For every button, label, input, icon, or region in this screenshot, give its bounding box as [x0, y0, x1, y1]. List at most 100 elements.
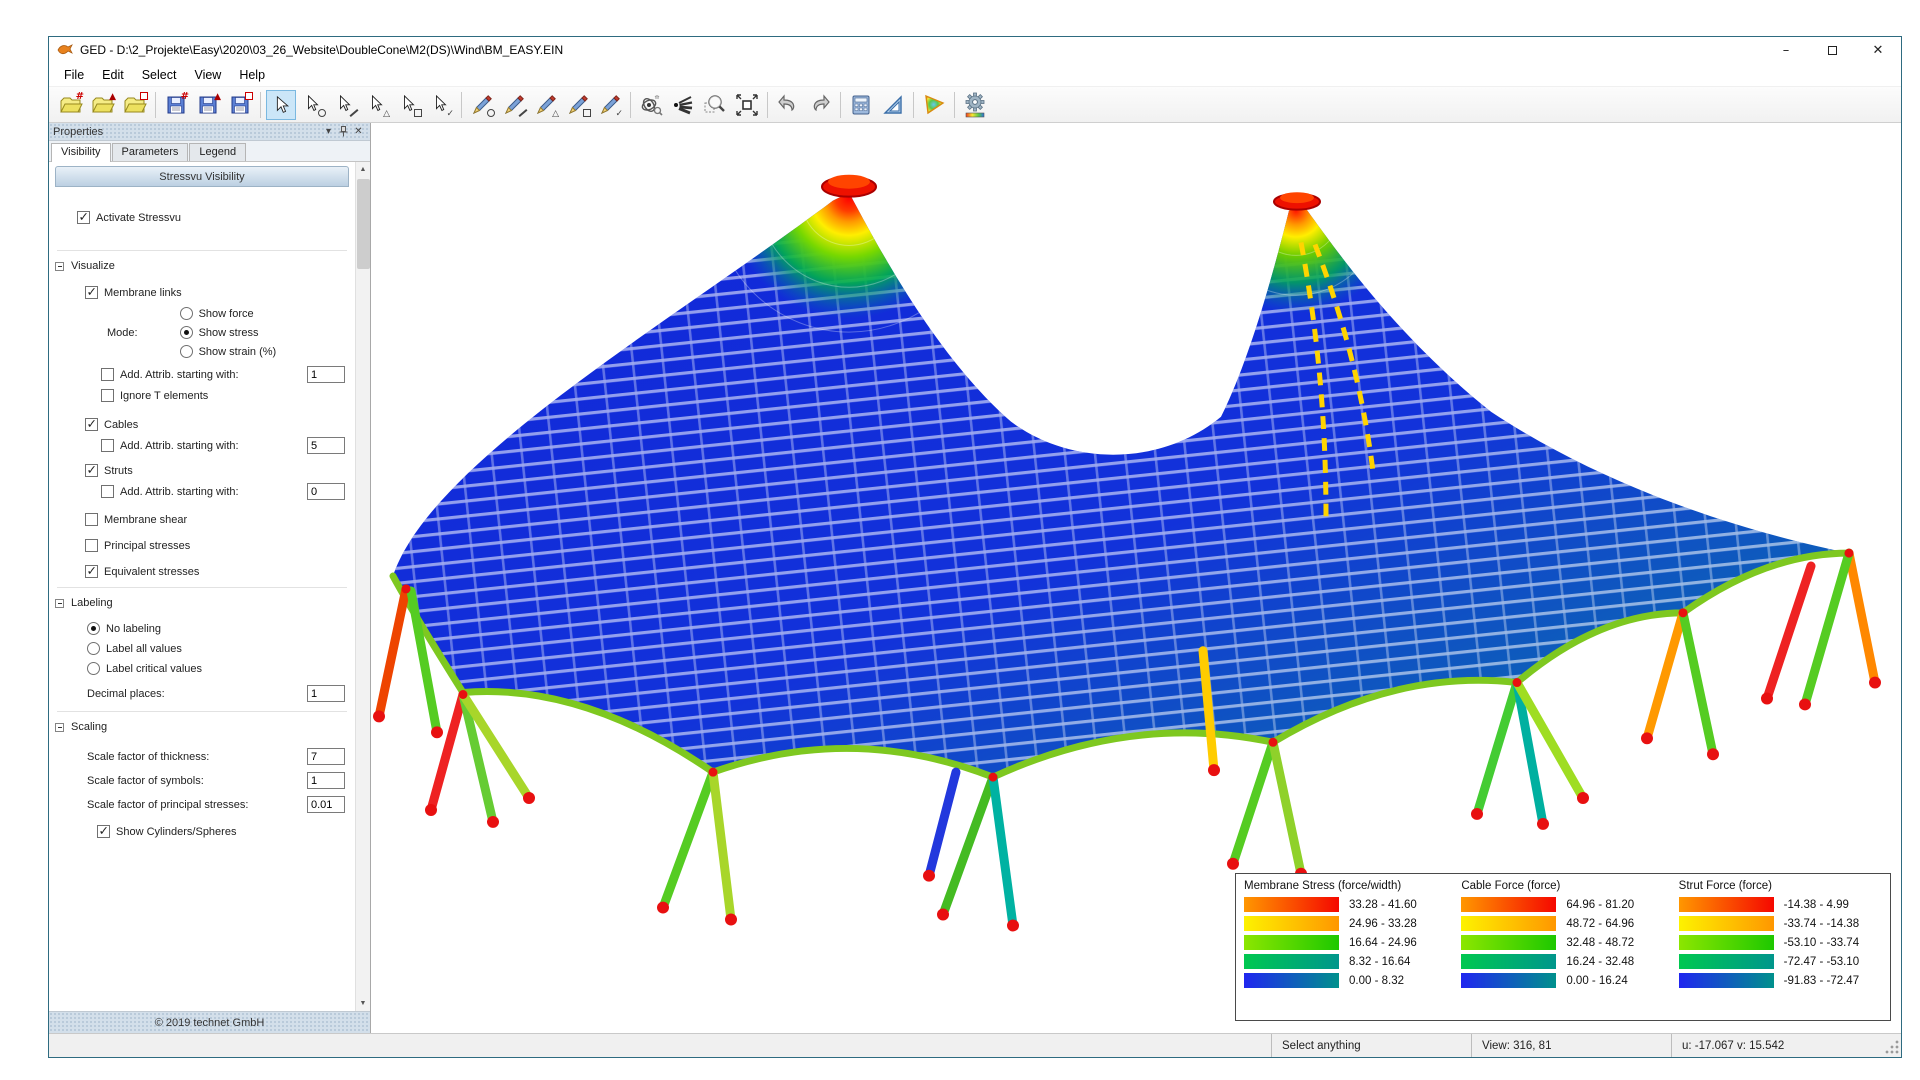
- membrane-links-checkbox[interactable]: [85, 286, 98, 299]
- scroll-down-icon[interactable]: ▼: [356, 996, 370, 1011]
- cables-row[interactable]: Cables: [85, 418, 349, 431]
- no-labeling-option[interactable]: No labeling: [87, 622, 349, 635]
- scale-thickness-input[interactable]: [307, 748, 345, 765]
- scaling-title: Scaling: [71, 721, 107, 733]
- close-button[interactable]: ✕: [1855, 37, 1901, 63]
- draw-lines-button[interactable]: [499, 90, 529, 120]
- scale-symbols-input[interactable]: [307, 772, 345, 789]
- maximize-button[interactable]: [1809, 37, 1855, 63]
- square-overlay-icon: [140, 92, 148, 100]
- select-points-button[interactable]: [298, 90, 328, 120]
- show-strain-option[interactable]: Show strain (%): [180, 345, 277, 358]
- show-force-radio[interactable]: [180, 307, 193, 320]
- principal-stresses-row[interactable]: Principal stresses: [85, 539, 349, 552]
- measure-button[interactable]: [878, 90, 908, 120]
- zoom-window-button[interactable]: [700, 90, 730, 120]
- stressvu-flag-button[interactable]: [919, 90, 949, 120]
- label-critical-radio[interactable]: [87, 662, 100, 675]
- struts-add-attrib-input[interactable]: [307, 483, 345, 500]
- principal-stresses-checkbox[interactable]: [85, 539, 98, 552]
- open-triangle-file-button[interactable]: ▲: [88, 90, 118, 120]
- equivalent-stresses-checkbox[interactable]: [85, 565, 98, 578]
- panel-scrollbar[interactable]: ▲ ▼: [355, 162, 370, 1011]
- scaling-section-header[interactable]: Scaling: [55, 721, 349, 733]
- resize-grip[interactable]: [1883, 1034, 1901, 1057]
- struts-add-attrib-checkbox[interactable]: [101, 485, 114, 498]
- draw-triangles-button[interactable]: △: [531, 90, 561, 120]
- legend-panel: Membrane Stress (force/width) 33.28 - 41…: [1235, 873, 1891, 1021]
- activate-stressvu-checkbox[interactable]: [77, 211, 90, 224]
- menu-file[interactable]: File: [55, 65, 93, 85]
- menu-help[interactable]: Help: [230, 65, 274, 85]
- show-strain-radio[interactable]: [180, 345, 193, 358]
- membrane-shear-checkbox[interactable]: [85, 513, 98, 526]
- scroll-up-icon[interactable]: ▲: [356, 162, 370, 177]
- menu-select[interactable]: Select: [133, 65, 186, 85]
- scroll-thumb[interactable]: [357, 179, 370, 269]
- open-square-file-button[interactable]: [120, 90, 150, 120]
- struts-row[interactable]: Struts: [85, 464, 349, 477]
- cables-add-attrib-row[interactable]: Add. Attrib. starting with:: [101, 437, 345, 454]
- select-triangles-button[interactable]: △: [362, 90, 392, 120]
- zoom-rays-button[interactable]: [668, 90, 698, 120]
- settings-button[interactable]: [960, 90, 990, 120]
- panel-chevron-down-icon[interactable]: ▾: [321, 125, 336, 139]
- save-triangle-file-button[interactable]: ▲: [193, 90, 223, 120]
- struts-checkbox[interactable]: [85, 464, 98, 477]
- menu-view[interactable]: View: [185, 65, 230, 85]
- menu-edit[interactable]: Edit: [93, 65, 133, 85]
- select-cursor-button[interactable]: [266, 90, 296, 120]
- collapse-icon[interactable]: [55, 599, 64, 608]
- select-squares-button[interactable]: [394, 90, 424, 120]
- decimal-places-input[interactable]: [307, 685, 345, 702]
- equivalent-stresses-row[interactable]: Equivalent stresses: [85, 565, 349, 578]
- struts-add-attrib-row[interactable]: Add. Attrib. starting with:: [101, 483, 345, 500]
- undo-button[interactable]: [773, 90, 803, 120]
- label-critical-option[interactable]: Label critical values: [87, 662, 349, 675]
- orbit-view-button[interactable]: [636, 90, 666, 120]
- label-all-option[interactable]: Label all values: [87, 642, 349, 655]
- label-all-radio[interactable]: [87, 642, 100, 655]
- redo-button[interactable]: [805, 90, 835, 120]
- no-labeling-radio[interactable]: [87, 622, 100, 635]
- show-stress-option[interactable]: Show stress: [180, 326, 277, 339]
- panel-close-icon[interactable]: ✕: [351, 125, 366, 139]
- tab-legend[interactable]: Legend: [189, 143, 246, 161]
- ignore-t-checkbox[interactable]: [101, 389, 114, 402]
- membrane-add-attrib-checkbox[interactable]: [101, 368, 114, 381]
- tab-visibility[interactable]: Visibility: [51, 143, 111, 162]
- cables-checkbox[interactable]: [85, 418, 98, 431]
- collapse-icon[interactable]: [55, 723, 64, 732]
- membrane-links-row[interactable]: Membrane links: [85, 286, 349, 299]
- scale-principal-input[interactable]: [307, 796, 345, 813]
- membrane-shear-row[interactable]: Membrane shear: [85, 513, 349, 526]
- draw-squares-button[interactable]: [563, 90, 593, 120]
- panel-pin-icon[interactable]: [336, 125, 351, 139]
- calculator-button[interactable]: [846, 90, 876, 120]
- cables-add-attrib-checkbox[interactable]: [101, 439, 114, 452]
- show-cylinders-checkbox[interactable]: [97, 825, 110, 838]
- draw-points-button[interactable]: [467, 90, 497, 120]
- section-divider: [57, 587, 347, 588]
- visualize-section-header[interactable]: Visualize: [55, 260, 349, 272]
- ignore-t-row[interactable]: Ignore T elements: [101, 389, 349, 402]
- show-stress-radio[interactable]: [180, 326, 193, 339]
- show-cylinders-row[interactable]: Show Cylinders/Spheres: [97, 825, 349, 838]
- activate-stressvu-row[interactable]: Activate Stressvu: [77, 211, 349, 224]
- select-check-button[interactable]: ✓: [426, 90, 456, 120]
- tab-parameters[interactable]: Parameters: [112, 143, 189, 161]
- collapse-icon[interactable]: [55, 262, 64, 271]
- membrane-surface: [393, 123, 1849, 777]
- membrane-add-attrib-row[interactable]: Add. Attrib. starting with:: [101, 366, 345, 383]
- save-square-file-button[interactable]: [225, 90, 255, 120]
- draw-check-button[interactable]: ✓: [595, 90, 625, 120]
- select-lines-button[interactable]: [330, 90, 360, 120]
- open-form-file-button[interactable]: #: [56, 90, 86, 120]
- cables-add-attrib-input[interactable]: [307, 437, 345, 454]
- membrane-add-attrib-input[interactable]: [307, 366, 345, 383]
- show-force-option[interactable]: Show force: [180, 307, 277, 320]
- minimize-button[interactable]: –: [1763, 37, 1809, 63]
- save-form-file-button[interactable]: #: [161, 90, 191, 120]
- labeling-section-header[interactable]: Labeling: [55, 597, 349, 609]
- zoom-fit-button[interactable]: [732, 90, 762, 120]
